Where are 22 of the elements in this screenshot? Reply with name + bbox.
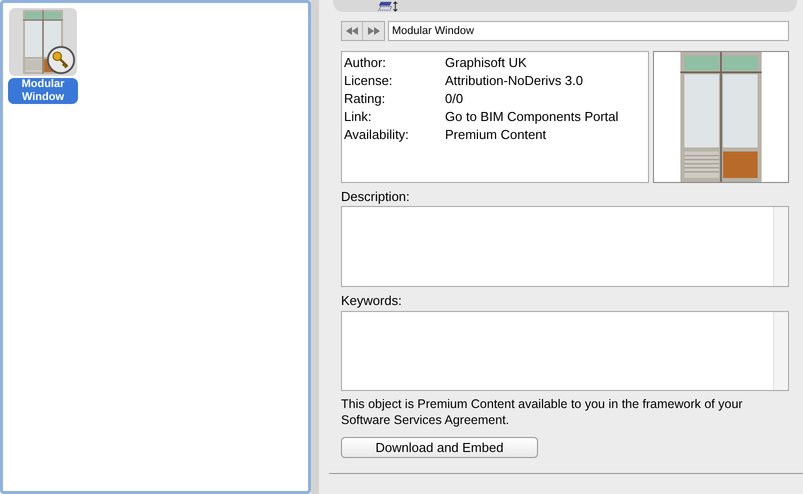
info-value: Premium Content <box>445 126 546 144</box>
info-value: Attribution-NoDerivs 3.0 <box>445 72 583 90</box>
description-label: Description: <box>341 188 411 206</box>
fast-forward-icon <box>368 27 380 35</box>
keywords-label: Keywords: <box>341 292 403 310</box>
keywords-field[interactable] <box>341 311 789 391</box>
premium-notice: This object is Premium Content available to you in the framework of your Software Services Agreement. <box>341 396 744 428</box>
info-value: Graphisoft UK <box>445 54 527 72</box>
info-value: Go to BIM Components Portal <box>445 108 618 126</box>
info-label: Rating: <box>344 90 386 108</box>
info-label: Availability: <box>344 126 410 144</box>
info-label: License: <box>344 72 394 90</box>
object-label[interactable]: Modular Window <box>8 78 78 104</box>
info-label: Author: <box>344 54 387 72</box>
object-thumbnail[interactable] <box>9 8 77 76</box>
object-name-field[interactable]: Modular Window <box>388 21 789 41</box>
info-label: Link: <box>344 108 372 126</box>
layers-icon <box>377 1 399 12</box>
download-embed-button[interactable]: Download and Embed <box>341 437 538 458</box>
description-field[interactable] <box>341 206 789 287</box>
info-value: 0/0 <box>445 90 464 108</box>
rewind-icon <box>346 27 358 35</box>
